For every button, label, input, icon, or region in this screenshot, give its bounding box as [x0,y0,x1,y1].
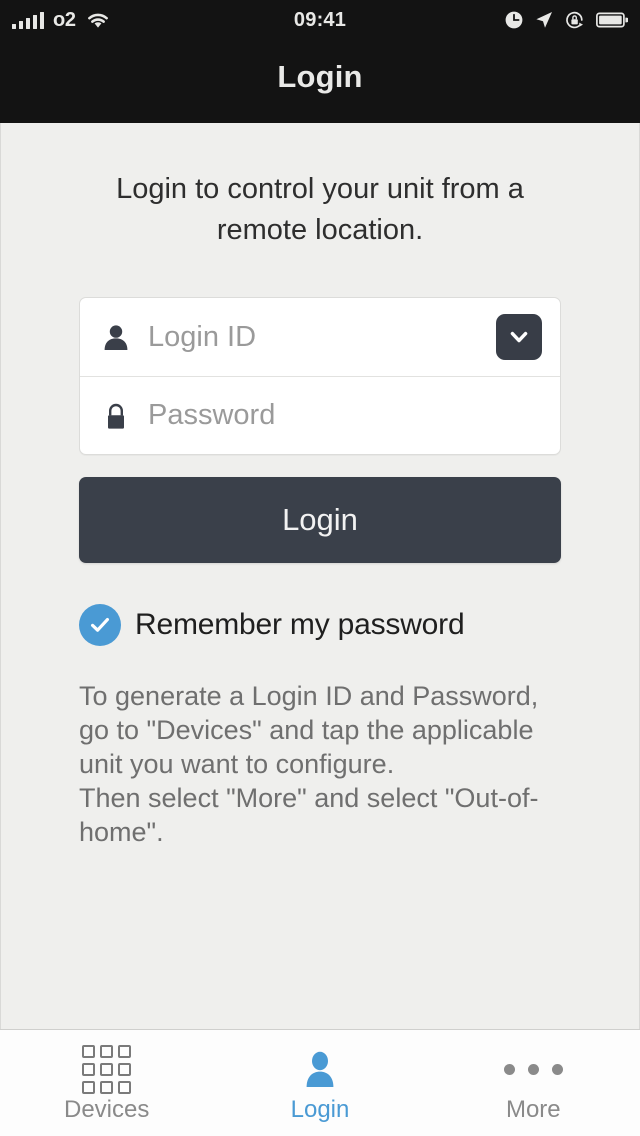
ellipsis-icon [503,1048,563,1090]
page-title: Login [277,58,363,94]
login-id-dropdown-button[interactable] [496,314,542,360]
login-id-input[interactable] [134,320,496,354]
tab-more[interactable]: More [427,1030,640,1136]
login-id-field-row [80,298,560,376]
login-button[interactable]: Login [79,477,561,563]
signal-bars-icon [12,11,44,29]
navigation-bar: Login [0,40,640,123]
location-arrow-icon [536,12,552,28]
password-field-row [80,376,560,454]
tab-login[interactable]: Login [213,1030,426,1136]
alarm-clock-icon [505,11,523,29]
grid-icon [82,1044,132,1094]
wifi-icon [87,13,108,28]
check-circle-icon [79,604,121,646]
help-text: To generate a Login ID and Password, go … [79,681,539,847]
rotation-lock-icon [566,11,583,29]
phone-screen: o2 09:41 Login Login to control your uni… [0,0,640,1136]
chevron-down-icon [510,331,528,343]
person-icon [303,1048,337,1090]
remember-password-label: Remember my password [135,608,465,641]
main-content: Login to control your unit from a remote… [0,123,640,1029]
tab-devices[interactable]: Devices [0,1030,213,1136]
tab-more-label: More [505,1096,561,1123]
intro-text: Login to control your unit from a remote… [116,173,524,246]
tab-login-label: Login [290,1096,350,1123]
tab-bar: Devices Login More [0,1029,640,1136]
lock-icon [98,401,134,431]
status-bar: o2 09:41 [0,0,640,40]
tab-devices-label: Devices [63,1096,150,1123]
carrier-label: o2 [53,9,76,31]
battery-icon [596,12,628,28]
person-icon [98,323,134,351]
status-bar-right [504,10,628,30]
password-input[interactable] [134,399,542,432]
status-bar-left: o2 [12,10,111,30]
remember-password-checkbox[interactable]: Remember my password [79,604,561,646]
login-form [79,297,561,455]
